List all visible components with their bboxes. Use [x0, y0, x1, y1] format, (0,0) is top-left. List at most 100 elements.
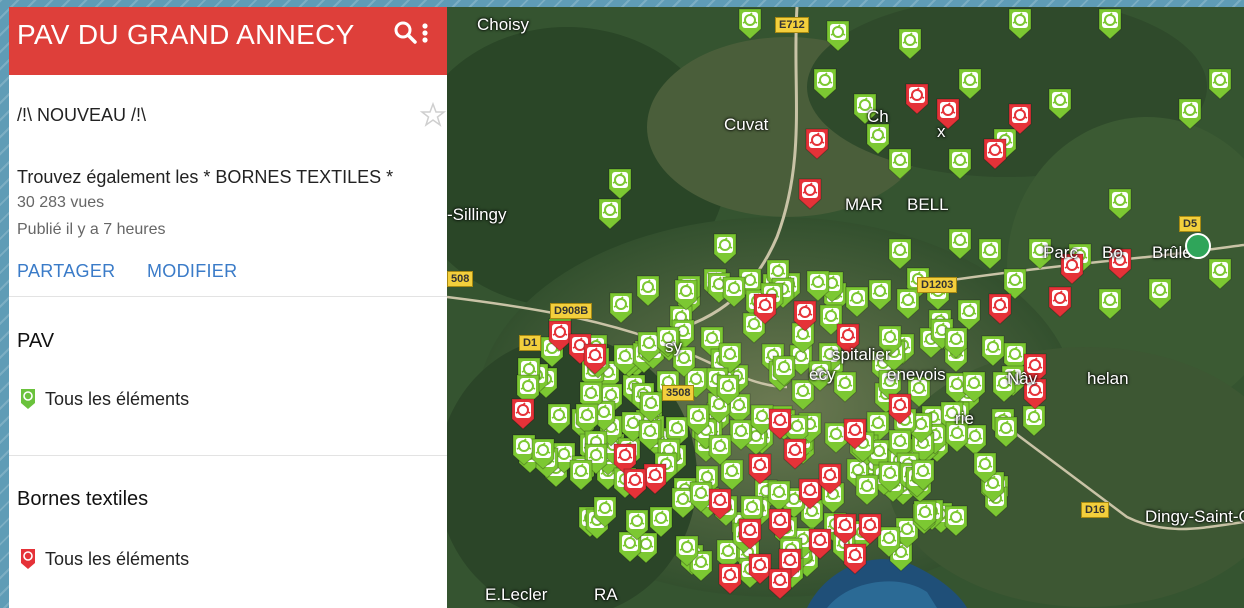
textile-marker[interactable] — [804, 127, 830, 161]
place-label: Ch — [867, 107, 889, 126]
textile-marker[interactable] — [817, 462, 843, 496]
textile-marker[interactable] — [842, 542, 868, 576]
pav-marker[interactable] — [771, 354, 797, 388]
textile-marker[interactable] — [510, 397, 536, 431]
place-label: Choisy — [477, 15, 529, 34]
place-label: RA — [594, 585, 618, 604]
pav-marker[interactable] — [648, 505, 674, 539]
pav-marker[interactable] — [607, 167, 633, 201]
textile-marker[interactable] — [752, 292, 778, 326]
place-label: Nâv — [1007, 369, 1038, 388]
pav-marker[interactable] — [597, 197, 623, 231]
textile-marker[interactable] — [832, 512, 858, 546]
pav-marker[interactable] — [943, 504, 969, 538]
pav-marker[interactable] — [977, 237, 1003, 271]
pav-marker[interactable] — [1147, 277, 1173, 311]
pav-marker[interactable] — [568, 458, 594, 492]
pav-marker[interactable] — [1097, 287, 1123, 321]
road-badge: D16 — [1081, 502, 1110, 518]
textile-marker[interactable] — [1007, 102, 1033, 136]
pav-marker[interactable] — [674, 534, 700, 568]
textile-marker[interactable] — [767, 567, 793, 601]
pav-marker[interactable] — [943, 326, 969, 360]
pav-marker[interactable] — [1107, 187, 1133, 221]
textile-marker[interactable] — [782, 437, 808, 471]
pav-marker[interactable] — [910, 458, 936, 492]
pav-marker[interactable] — [805, 269, 831, 303]
edit-button[interactable]: MODIFIER — [147, 261, 237, 282]
place-label: E.Lecler — [485, 585, 548, 604]
pav-marker[interactable] — [685, 403, 711, 437]
pav-marker[interactable] — [635, 274, 661, 308]
textile-marker[interactable] — [987, 292, 1013, 326]
pav-marker[interactable] — [825, 19, 851, 53]
road-badge: D5 — [1179, 216, 1202, 232]
pav-marker[interactable] — [844, 285, 870, 319]
pav-marker[interactable] — [1007, 7, 1033, 41]
place-label: Cuvat — [724, 115, 769, 134]
share-button[interactable]: PARTAGER — [17, 261, 115, 282]
map-view[interactable]: Choisy Cuvat -Sillingy Parc Bo Brûlé spitalier… — [447, 7, 1244, 608]
pav-marker[interactable] — [673, 278, 699, 312]
textile-marker[interactable] — [717, 562, 743, 596]
textile-marker[interactable] — [1047, 285, 1073, 319]
pav-marker[interactable] — [624, 508, 650, 542]
more-menu-icon[interactable] — [419, 21, 431, 47]
pav-marker[interactable] — [1207, 257, 1233, 291]
textile-marker[interactable] — [982, 137, 1008, 171]
search-icon[interactable] — [393, 20, 419, 46]
pav-marker[interactable] — [832, 370, 858, 404]
pav-marker[interactable] — [1047, 87, 1073, 121]
place-label: ecy — [809, 365, 836, 384]
pav-marker[interactable] — [980, 334, 1006, 368]
pav-marker[interactable] — [715, 373, 741, 407]
textile-marker[interactable] — [582, 342, 608, 376]
pav-marker[interactable] — [737, 7, 763, 41]
pav-marker[interactable] — [867, 278, 893, 312]
place-label: x — [937, 122, 946, 141]
pav-marker[interactable] — [993, 415, 1019, 449]
pav-marker[interactable] — [592, 495, 618, 529]
pav-marker[interactable] — [608, 291, 634, 325]
pav-marker[interactable] — [812, 67, 838, 101]
pav-marker[interactable] — [638, 390, 664, 424]
pav-marker[interactable] — [707, 433, 733, 467]
textile-marker[interactable] — [747, 452, 773, 486]
pav-marker[interactable] — [961, 370, 987, 404]
side-panel: PAV DU GRAND ANNECY /!\ NOUVEAU /!\ Trou… — [9, 7, 447, 608]
textile-marker[interactable] — [807, 527, 833, 561]
place-label: Parc — [1043, 243, 1078, 262]
pav-marker[interactable] — [972, 451, 998, 485]
pav-marker[interactable] — [1097, 7, 1123, 41]
pav-marker[interactable] — [887, 147, 913, 181]
pav-marker[interactable] — [947, 227, 973, 261]
pav-marker[interactable] — [897, 27, 923, 61]
textile-marker[interactable] — [737, 517, 763, 551]
pav-marker[interactable] — [1177, 97, 1203, 131]
textile-marker[interactable] — [767, 407, 793, 441]
road-badge: 508 — [447, 271, 474, 287]
layer-title-pav: PAV — [17, 330, 55, 352]
pav-marker[interactable] — [546, 402, 572, 436]
textile-marker[interactable] — [707, 487, 733, 521]
place-label: sy — [665, 337, 682, 356]
textile-marker[interactable] — [887, 392, 913, 426]
place-label: spitalier — [832, 345, 891, 364]
textile-marker[interactable] — [842, 417, 868, 451]
textile-marker[interactable] — [792, 299, 818, 333]
pav-marker[interactable] — [957, 67, 983, 101]
road-badge: D908B — [550, 303, 593, 319]
textile-marker[interactable] — [797, 177, 823, 211]
pav-marker[interactable] — [912, 499, 938, 533]
tree-icon[interactable] — [1185, 233, 1211, 259]
textile-marker[interactable] — [622, 467, 648, 501]
textile-marker[interactable] — [904, 82, 930, 116]
pav-marker[interactable] — [1207, 67, 1233, 101]
divider — [9, 455, 447, 456]
pav-marker[interactable] — [712, 232, 738, 266]
textile-marker[interactable] — [767, 507, 793, 541]
star-icon[interactable] — [419, 101, 447, 129]
pav-marker[interactable] — [947, 147, 973, 181]
pav-marker[interactable] — [530, 437, 556, 471]
textile-marker[interactable] — [857, 512, 883, 546]
